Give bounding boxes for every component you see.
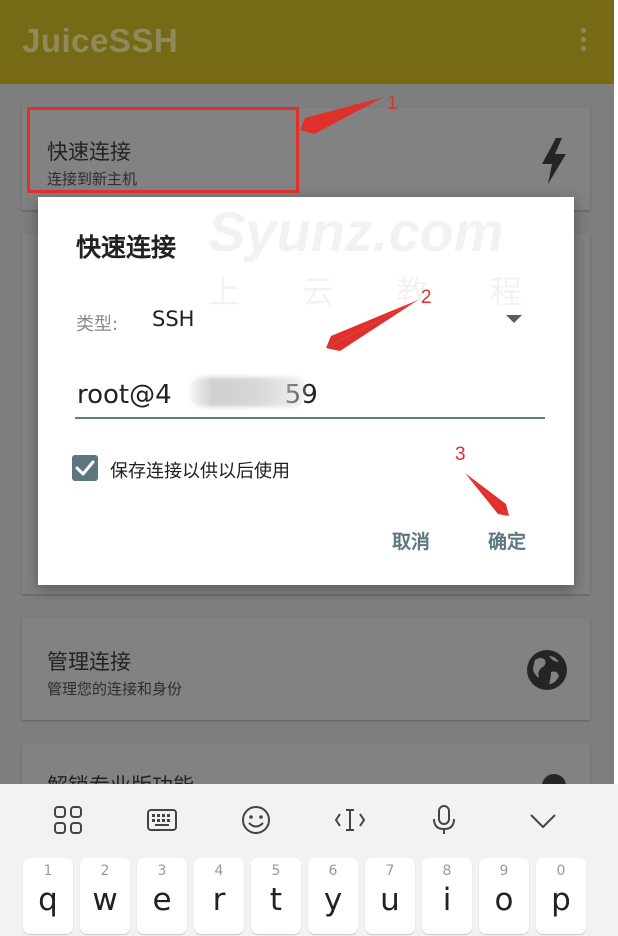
- key-u[interactable]: 7u: [365, 858, 415, 934]
- key-number-hint: 9: [499, 863, 509, 879]
- key-r[interactable]: 4r: [194, 858, 244, 934]
- key-o[interactable]: 9o: [479, 858, 529, 934]
- key-number-hint: 4: [214, 863, 224, 879]
- globe-icon: [527, 650, 567, 690]
- watermark: Syunz.com 上云教程: [208, 199, 548, 311]
- app-title: JuiceSSH: [22, 22, 179, 59]
- annotation-number-3: 3: [455, 444, 466, 465]
- manage-connections-card[interactable]: 管理连接 管理您的连接和身份: [22, 618, 590, 720]
- save-connection-label: 保存连接以供以后使用: [110, 461, 290, 482]
- key-number-hint: 6: [328, 863, 338, 879]
- cancel-button[interactable]: 取消: [392, 527, 430, 554]
- ok-button[interactable]: 确定: [488, 527, 526, 554]
- overflow-menu-icon[interactable]: [578, 28, 588, 56]
- key-letter: r: [212, 882, 226, 918]
- key-letter: o: [494, 882, 514, 918]
- cursor-move-icon[interactable]: [332, 802, 368, 838]
- quick-connect-dialog: Syunz.com 上云教程 快速连接 类型: SSH root@459 保存连…: [38, 197, 574, 585]
- watermark-domain: Syunz.com: [208, 200, 504, 263]
- key-letter: p: [551, 882, 571, 918]
- key-letter: t: [269, 882, 283, 918]
- checkmark-icon: [75, 460, 95, 476]
- key-e[interactable]: 3e: [137, 858, 187, 934]
- key-letter: e: [152, 882, 172, 918]
- key-number-hint: 2: [100, 863, 110, 879]
- lightning-bolt-icon: [542, 138, 566, 184]
- save-connection-checkbox[interactable]: [72, 455, 98, 481]
- key-t[interactable]: 5t: [251, 858, 301, 934]
- annotation-number-2: 2: [421, 287, 432, 308]
- annotation-highlight-box: [27, 107, 299, 193]
- key-q[interactable]: 1q: [23, 858, 73, 934]
- annotation-number-1: 1: [387, 93, 398, 114]
- key-w[interactable]: 2w: [80, 858, 130, 934]
- key-i[interactable]: 8i: [422, 858, 472, 934]
- emoji-icon[interactable]: [238, 802, 274, 838]
- key-number-hint: 7: [385, 863, 395, 879]
- collapse-chevron-icon[interactable]: [525, 802, 561, 838]
- type-label: 类型:: [76, 314, 119, 335]
- key-letter: q: [38, 882, 58, 918]
- manage-connections-title: 管理连接: [47, 650, 131, 674]
- apps-grid-icon[interactable]: [50, 802, 86, 838]
- key-number-hint: 1: [43, 863, 53, 879]
- app-bar: JuiceSSH: [0, 0, 614, 84]
- type-select-value[interactable]: SSH: [152, 307, 194, 331]
- dialog-title: 快速连接: [76, 233, 177, 262]
- key-letter: i: [442, 882, 452, 918]
- manage-connections-subtitle: 管理您的连接和身份: [47, 680, 183, 698]
- key-letter: w: [92, 882, 118, 918]
- key-p[interactable]: 0p: [536, 858, 586, 934]
- key-number-hint: 5: [271, 863, 281, 879]
- key-y[interactable]: 6y: [308, 858, 358, 934]
- keyboard-icon[interactable]: [144, 802, 180, 838]
- key-number-hint: 0: [556, 863, 566, 879]
- key-number-hint: 3: [157, 863, 167, 879]
- dropdown-arrow-icon[interactable]: [506, 315, 522, 323]
- redacted-ip-blur: [190, 377, 306, 407]
- key-letter: u: [380, 882, 400, 918]
- watermark-text: 上云教程: [208, 273, 585, 311]
- host-input[interactable]: root@459: [75, 373, 545, 419]
- key-letter: y: [323, 882, 343, 918]
- host-input-prefix: root@4: [77, 380, 172, 410]
- microphone-icon[interactable]: [426, 802, 462, 838]
- key-number-hint: 8: [442, 863, 452, 879]
